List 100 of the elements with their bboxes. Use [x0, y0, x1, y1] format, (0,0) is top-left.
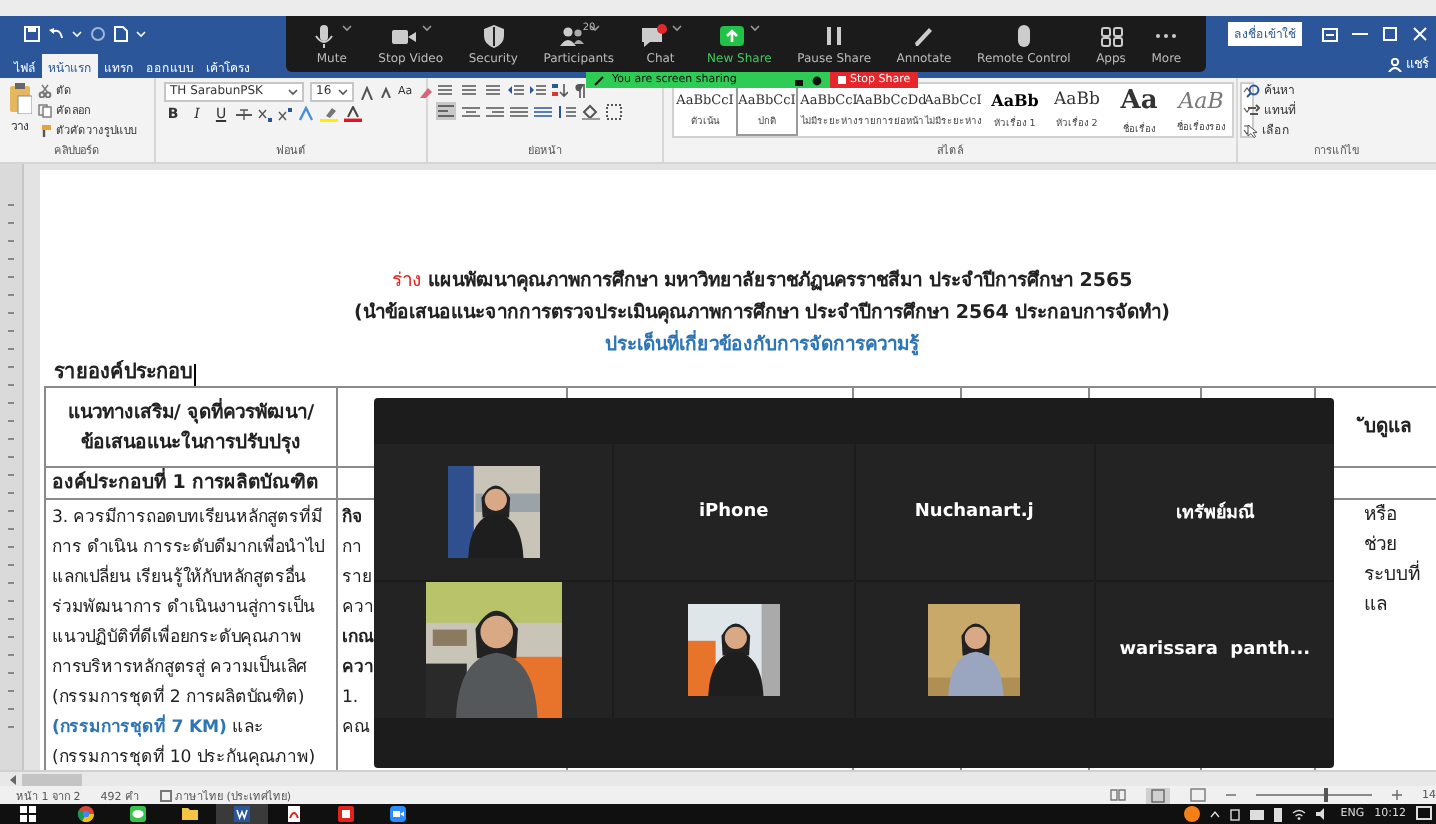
video-tile[interactable]: Nuchanart.j — [855, 444, 1094, 580]
text-effects-icon[interactable] — [298, 106, 314, 122]
table-cell-line: ควา — [342, 596, 376, 622]
maximize-icon[interactable] — [1382, 26, 1398, 42]
caret-up-icon[interactable] — [1210, 810, 1221, 818]
clear-format-icon[interactable] — [418, 85, 435, 99]
caret-icon[interactable] — [750, 23, 761, 31]
grow-font-icon[interactable] — [360, 85, 374, 99]
shading-icon[interactable] — [582, 103, 600, 119]
browser-icon[interactable] — [78, 806, 94, 822]
microphone-icon[interactable] — [310, 23, 339, 47]
people-icon[interactable] — [557, 23, 586, 47]
read-mode-icon[interactable] — [1110, 788, 1126, 802]
table-cell-line: แลกเปลี่ยน เรียนรู้ให้กับหลักสูตรอื่น — [52, 564, 309, 592]
table-cell-text: องค์ประกอบที่ 1 การผลิตบัณฑิต — [52, 468, 321, 498]
justify-icon[interactable] — [510, 103, 528, 119]
chat-app-icon[interactable] — [130, 806, 146, 822]
subscript-icon[interactable] — [258, 107, 272, 121]
caret-icon[interactable] — [342, 23, 353, 31]
caret-icon[interactable] — [338, 88, 348, 96]
document-subtitle: (นำข้อเสนอแนะจากการตรวจประเมินคุณภาพการศึกษา ประจำปีการศึกษา 2564 ประกอบการจัดทำ) — [351, 299, 1173, 328]
battery-icon[interactable] — [1274, 807, 1283, 821]
undo-icon[interactable] — [48, 26, 64, 42]
font-color-icon[interactable] — [344, 106, 362, 122]
multilevel-list-icon[interactable] — [484, 82, 502, 98]
superscript-icon[interactable] — [278, 107, 292, 121]
numbering-icon[interactable] — [460, 82, 478, 98]
document-title: แผนพัฒนาคุณภาพการศึกษา มหาวิทยาลัยราชภัฏนครราชสีมา ประจำปีการศึกษา 2565 — [427, 270, 1133, 292]
scissors-icon[interactable] — [38, 83, 52, 97]
video-tile[interactable] — [855, 582, 1094, 718]
clipboard-icon[interactable] — [8, 82, 32, 114]
pilcrow-icon[interactable] — [574, 82, 586, 98]
align-left-icon[interactable] — [436, 102, 456, 120]
video-tile[interactable]: iPhone — [614, 444, 853, 580]
participant-name: warissara panth... — [1119, 640, 1311, 660]
table-cell-line: (กรรมการชุดที่ 2 การผลิตบัณฑิต) — [52, 684, 307, 712]
video-tile[interactable] — [374, 582, 613, 718]
print-layout-icon[interactable] — [1146, 787, 1170, 803]
video-tile[interactable]: เทรัพย์มณี — [1095, 444, 1334, 580]
video-call-icon[interactable] — [390, 806, 406, 822]
app-icon[interactable] — [338, 806, 354, 822]
replace-icon[interactable] — [1246, 104, 1260, 118]
section-heading: ประเด็นที่เกี่ยวข้องกับการจัดการความรู้ — [603, 330, 921, 360]
align-right-icon[interactable] — [486, 103, 504, 119]
proofing-icon[interactable] — [159, 789, 171, 801]
word-app-icon[interactable] — [234, 806, 250, 822]
caret-icon[interactable] — [421, 23, 432, 31]
chat-bubble-icon[interactable] — [639, 23, 668, 47]
brush-icon[interactable] — [38, 123, 52, 137]
column-header: ข้อเสนอแนะในการปรับปรุง — [79, 428, 303, 457]
shrink-font-icon[interactable] — [380, 86, 392, 98]
decrease-indent-icon[interactable] — [508, 82, 524, 98]
table-cell-line: ระบบที่ — [1364, 560, 1422, 590]
table-cell-line: 1. — [342, 686, 360, 712]
video-tile[interactable]: warissara panth... — [1095, 582, 1334, 718]
table-cell-line: 3. ควรมีการถอดบทเรียนหลักสูตรที่มี — [52, 504, 325, 532]
participant-name: iPhone — [698, 502, 769, 522]
video-tile[interactable] — [374, 444, 613, 580]
distributed-icon[interactable] — [534, 103, 552, 119]
horizontal-scrollbar[interactable] — [0, 770, 1436, 786]
status-dot-icon[interactable] — [1184, 806, 1201, 822]
wifi-icon[interactable] — [1292, 808, 1307, 820]
table-cell-line: หรือ — [1364, 502, 1400, 530]
table-cell-line: แล — [1364, 592, 1390, 620]
caret-icon[interactable] — [288, 88, 298, 96]
sort-icon[interactable] — [552, 82, 568, 98]
participant-name: เทรัพย์มณี — [1175, 499, 1254, 526]
column-header: แนวทางเสริม/ จุดที่ควรพัฒนา/ — [65, 397, 317, 427]
zoom-in-icon[interactable] — [1392, 790, 1402, 800]
table-cell-line: (กรรมการชุดที่ 10 ประกันคุณภาพ) — [52, 744, 318, 770]
ribbon-display-icon[interactable] — [1322, 27, 1338, 41]
table-cell-line: ราย — [342, 566, 374, 592]
zoom-out-icon[interactable] — [1226, 790, 1236, 800]
participant-name: Nuchanart.j — [914, 502, 1034, 522]
borders-icon[interactable] — [606, 103, 622, 119]
close-icon[interactable] — [1412, 26, 1428, 42]
document-icon[interactable] — [114, 26, 128, 42]
bullets-icon[interactable] — [436, 82, 454, 98]
slider-thumb[interactable] — [1323, 788, 1328, 802]
caret-icon[interactable] — [671, 23, 682, 31]
person-icon[interactable] — [1388, 57, 1402, 71]
cursor-icon[interactable] — [1246, 124, 1258, 138]
video-tile[interactable] — [614, 582, 853, 718]
align-center-icon[interactable] — [462, 103, 480, 119]
table-cell-line: การ ดำเนิน การระดับดีมากเพื่อนำไป — [52, 534, 326, 562]
start-icon[interactable] — [20, 806, 36, 822]
scroll-left-icon[interactable] — [8, 773, 18, 785]
highlighter-icon[interactable] — [320, 106, 338, 122]
strikethrough-icon[interactable] — [236, 107, 252, 121]
table-cell-line: การบริหารหลักสูตรสู่ ความเป็นเลิศ — [52, 654, 309, 682]
apps-grid-icon[interactable] — [1097, 23, 1125, 47]
save-icon[interactable] — [24, 26, 40, 42]
scroll-thumb[interactable] — [22, 773, 82, 785]
search-icon[interactable] — [1246, 84, 1260, 98]
line-spacing-icon[interactable] — [558, 103, 576, 119]
pdf-icon[interactable] — [286, 806, 302, 822]
table-cell-line: (กรรมการชุดที่ 7 KM) และ — [52, 714, 266, 742]
notification-icon[interactable] — [1416, 806, 1432, 822]
increase-indent-icon[interactable] — [530, 82, 546, 98]
copy-icon[interactable] — [38, 103, 52, 117]
